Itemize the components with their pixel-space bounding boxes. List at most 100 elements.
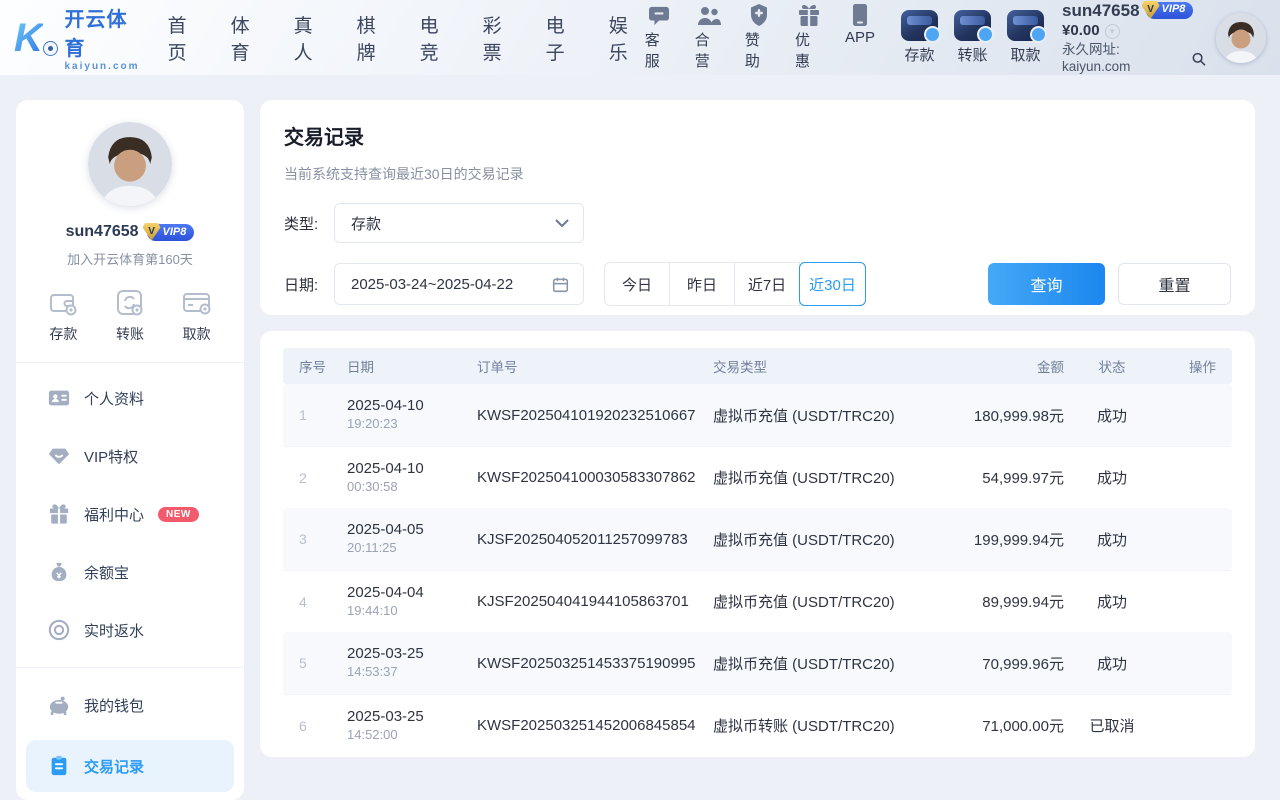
- withdraw-card-icon: [182, 288, 212, 318]
- transaction-record-icon: [48, 755, 70, 777]
- sidebar-wallet-actions: 存款 转账 取款: [30, 288, 230, 344]
- vip-shield-icon: V: [1142, 1, 1160, 19]
- header-transfer-button[interactable]: 转账: [954, 10, 991, 65]
- header-quick-links: 客服 合营 赞助 优惠 APP: [645, 4, 875, 71]
- join-days-text: 加入开云体育第160天: [16, 249, 244, 268]
- cell-type: 虚拟币充值 (USDT/TRC20): [713, 653, 953, 674]
- cell-order: KJSF202504041944105863701: [477, 593, 713, 610]
- cell-amount: 89,999.94元: [953, 591, 1064, 612]
- cell-type: 虚拟币充值 (USDT/TRC20): [713, 529, 953, 550]
- sidebar-item-vip[interactable]: VIP特权: [16, 427, 244, 485]
- piggy-bank-icon: [48, 694, 70, 716]
- table-row: 5 2025-03-2514:53:37 KWSF202503251453375…: [283, 632, 1232, 694]
- sidebar-transfer-button[interactable]: 转账: [115, 288, 145, 344]
- range-today-button[interactable]: 今日: [605, 263, 670, 305]
- nav-item-live[interactable]: 真人: [294, 11, 330, 65]
- app-phone-icon: [848, 4, 872, 26]
- cell-seq: 3: [299, 531, 347, 547]
- header-deposit-button[interactable]: 存款: [901, 10, 938, 65]
- promo-gift-icon: [797, 4, 821, 26]
- filter-card: 交易记录 当前系统支持查询最近30日的交易记录 类型: 存款 日期: 2025-…: [260, 100, 1255, 315]
- cell-seq: 2: [299, 470, 347, 486]
- cell-date: 2025-03-2514:53:37: [347, 645, 477, 681]
- type-select[interactable]: 存款: [334, 203, 584, 243]
- quicklink-promo[interactable]: 优惠: [795, 4, 823, 71]
- sidebar: sun47658 V VIP8 加入开云体育第160天 存款 转账 取款 个: [16, 100, 244, 800]
- cell-order: KWSF202504100030583307862: [477, 469, 713, 486]
- range-7days-button[interactable]: 近7日: [735, 263, 800, 305]
- range-30days-button[interactable]: 近30日: [800, 263, 865, 305]
- quicklink-app[interactable]: APP: [845, 4, 875, 71]
- sidebar-item-profile[interactable]: 个人资料: [16, 369, 244, 427]
- sidebar-item-my-wallet[interactable]: 我的钱包: [16, 676, 244, 734]
- reset-button[interactable]: 重置: [1118, 263, 1231, 305]
- cell-date: 2025-03-2514:52:00: [347, 708, 477, 744]
- kaiyun-logo-icon: K: [14, 16, 56, 60]
- permanent-url: 永久网址: kaiyun.com: [1062, 42, 1187, 76]
- brand-name: 开云体育: [64, 3, 145, 61]
- vip-badge: V VIP8: [1146, 2, 1194, 19]
- sidebar-deposit-button[interactable]: 存款: [48, 288, 78, 344]
- brand-logo[interactable]: K 开云体育 kaiyun.com: [14, 3, 146, 72]
- profile-vip-badge: V VIP8: [147, 224, 195, 241]
- nav-item-sports[interactable]: 体育: [231, 11, 267, 65]
- cell-order: KWSF202503251453375190995: [477, 655, 713, 672]
- cell-status: 成功: [1064, 653, 1160, 674]
- header-withdraw-button[interactable]: 取款: [1007, 10, 1044, 65]
- id-card-icon: [48, 387, 70, 409]
- transfer-icon: [954, 10, 991, 41]
- user-avatar[interactable]: [1216, 13, 1266, 63]
- profile-avatar[interactable]: [88, 122, 172, 206]
- cell-seq: 5: [299, 655, 347, 671]
- cell-type: 虚拟币充值 (USDT/TRC20): [713, 467, 953, 488]
- cell-date: 2025-04-1019:20:23: [347, 397, 477, 433]
- deposit-wallet-icon: [901, 10, 938, 41]
- page-title: 交易记录: [284, 121, 1231, 150]
- range-yesterday-button[interactable]: 昨日: [670, 263, 735, 305]
- cell-amount: 70,999.96元: [953, 653, 1064, 674]
- sidebar-item-rebate[interactable]: 实时返水: [16, 601, 244, 659]
- cell-date: 2025-04-0419:44:10: [347, 584, 477, 620]
- username: sun47658: [1062, 0, 1140, 21]
- date-range-input[interactable]: 2025-03-24~2025-04-22: [334, 263, 584, 305]
- nav-item-lottery[interactable]: 彩票: [483, 11, 519, 65]
- sidebar-withdraw-button[interactable]: 取款: [182, 288, 212, 344]
- page-subtitle: 当前系统支持查询最近30日的交易记录: [284, 164, 1231, 184]
- brand-domain: kaiyun.com: [64, 61, 145, 72]
- cell-status: 成功: [1064, 405, 1160, 426]
- quicklink-partner[interactable]: 合营: [695, 4, 723, 71]
- table-row: 6 2025-03-2514:52:00 KWSF202503251452006…: [283, 694, 1232, 756]
- cell-seq: 6: [299, 718, 347, 734]
- transfer-icon: [115, 288, 145, 318]
- cell-seq: 1: [299, 407, 347, 423]
- table-row: 4 2025-04-0419:44:10 KJSF202504041944105…: [283, 570, 1232, 632]
- divider: [16, 667, 244, 668]
- deposit-wallet-icon: [48, 288, 78, 318]
- cell-amount: 54,999.97元: [953, 467, 1064, 488]
- quicklink-sponsor[interactable]: 赞助: [745, 4, 773, 71]
- sidebar-item-transactions[interactable]: 交易记录: [26, 740, 234, 792]
- cell-type: 虚拟币充值 (USDT/TRC20): [713, 405, 953, 426]
- sidebar-item-yuebao[interactable]: 余额宝: [16, 543, 244, 601]
- sidebar-item-welfare[interactable]: 福利中心 NEW: [16, 485, 244, 543]
- nav-item-chess[interactable]: 棋牌: [357, 11, 393, 65]
- sponsor-badge-icon: [747, 4, 771, 26]
- gift-icon: [48, 503, 70, 525]
- quicklink-support[interactable]: 客服: [645, 4, 673, 71]
- type-select-value: 存款: [351, 213, 555, 234]
- search-button[interactable]: 查询: [988, 263, 1105, 305]
- col-action: 操作: [1160, 356, 1216, 376]
- cell-status: 成功: [1064, 591, 1160, 612]
- cell-order: KWSF202503251452006845854: [477, 717, 713, 734]
- top-header: K 开云体育 kaiyun.com 首页 体育 真人 棋牌 电竞 彩票 电子 娱…: [0, 0, 1280, 75]
- nav-item-home[interactable]: 首页: [168, 11, 204, 65]
- vip-gem-icon: [48, 445, 70, 467]
- divider: [16, 362, 244, 363]
- nav-item-esports[interactable]: 电竞: [420, 11, 456, 65]
- profile-section: sun47658 V VIP8 加入开云体育第160天 存款 转账 取款: [16, 100, 244, 344]
- search-icon[interactable]: [1191, 51, 1206, 67]
- nav-item-slots[interactable]: 电子: [546, 11, 582, 65]
- nav-item-entertainment[interactable]: 娱乐: [609, 11, 645, 65]
- cell-status: 成功: [1064, 467, 1160, 488]
- balance-refresh-icon[interactable]: ▾: [1105, 24, 1120, 39]
